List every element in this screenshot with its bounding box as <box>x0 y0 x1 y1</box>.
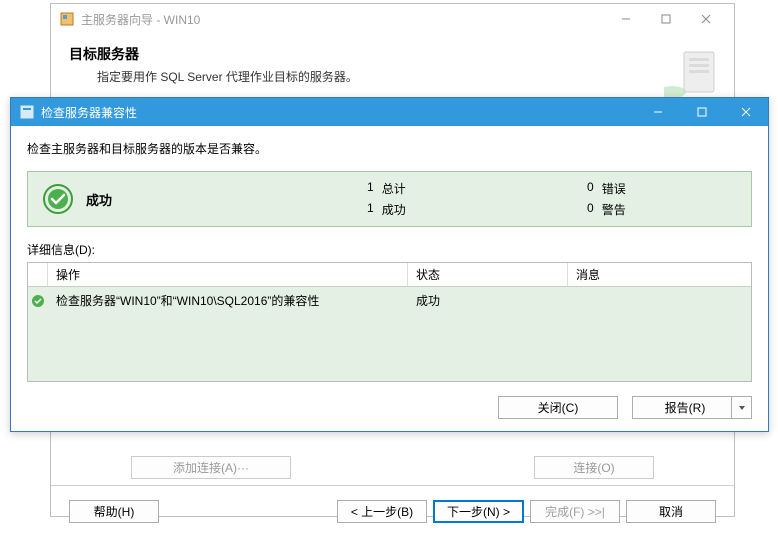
row-message <box>568 298 751 304</box>
wizard-header-subtitle: 指定要用作 SQL Server 代理作业目标的服务器。 <box>69 68 716 85</box>
wizard-footer: 帮助(H) < 上一步(B) 下一步(N) > 完成(F) >>| 取消 <box>51 485 734 537</box>
details-label: 详细信息(D): <box>27 241 752 258</box>
wizard-header-title: 目标服务器 <box>69 44 716 64</box>
dialog-titlebar: 检查服务器兼容性 <box>11 98 768 126</box>
col-operation[interactable]: 操作 <box>48 263 408 286</box>
dialog-description: 检查主服务器和目标服务器的版本是否兼容。 <box>27 140 752 157</box>
stat-success: 1成功 <box>367 201 517 218</box>
table-header: 操作 状态 消息 <box>28 263 751 287</box>
table-row[interactable]: 检查服务器“WIN10”和“WIN10\SQL2016”的兼容性 成功 <box>28 287 751 314</box>
dialog-close-button[interactable] <box>724 98 768 126</box>
close-button[interactable] <box>686 5 726 33</box>
wizard-icon <box>59 11 75 27</box>
dialog-content: 检查主服务器和目标服务器的版本是否兼容。 成功 1总计 0错误 1成功 0警告 … <box>11 126 768 431</box>
stat-error: 0错误 <box>587 180 737 197</box>
status-summary: 成功 1总计 0错误 1成功 0警告 <box>27 171 752 227</box>
status-stats: 1总计 0错误 1成功 0警告 <box>367 180 737 218</box>
stat-warning: 0警告 <box>587 201 737 218</box>
wizard-title: 主服务器向导 - WIN10 <box>81 11 606 28</box>
dialog-minimize-button[interactable] <box>636 98 680 126</box>
dialog-maximize-button[interactable] <box>680 98 724 126</box>
col-icon[interactable] <box>28 263 48 286</box>
col-status[interactable]: 状态 <box>408 263 568 286</box>
maximize-button[interactable] <box>646 5 686 33</box>
report-button[interactable]: 报告(R) <box>632 396 752 419</box>
success-icon <box>42 183 74 215</box>
chevron-down-icon[interactable] <box>731 397 751 418</box>
wizard-titlebar: 主服务器向导 - WIN10 <box>51 4 734 34</box>
dialog-icon <box>19 104 35 120</box>
connect-button[interactable]: 连接(O) <box>534 456 654 479</box>
wizard-window-controls <box>606 5 726 33</box>
minimize-button[interactable] <box>606 5 646 33</box>
wizard-header: 目标服务器 指定要用作 SQL Server 代理作业目标的服务器。 <box>51 34 734 100</box>
close-dialog-button[interactable]: 关闭(C) <box>498 396 618 419</box>
details-table: 操作 状态 消息 检查服务器“WIN10”和“WIN10\SQL2016”的兼容… <box>27 262 752 382</box>
row-status: 成功 <box>408 289 568 312</box>
row-operation: 检查服务器“WIN10”和“WIN10\SQL2016”的兼容性 <box>48 289 408 312</box>
compatibility-dialog: 检查服务器兼容性 检查主服务器和目标服务器的版本是否兼容。 成功 1总计 0错误… <box>10 97 769 432</box>
server-graphic-icon <box>664 42 724 102</box>
status-label: 成功 <box>86 190 367 209</box>
dialog-footer: 关闭(C) 报告(R) <box>27 396 752 419</box>
report-button-label: 报告(R) <box>665 399 706 416</box>
stat-total: 1总计 <box>367 180 517 197</box>
row-status-icon <box>28 291 48 311</box>
add-connection-button[interactable]: 添加连接(A)··· <box>131 456 291 479</box>
dialog-title: 检查服务器兼容性 <box>41 104 636 121</box>
col-message[interactable]: 消息 <box>568 263 751 286</box>
